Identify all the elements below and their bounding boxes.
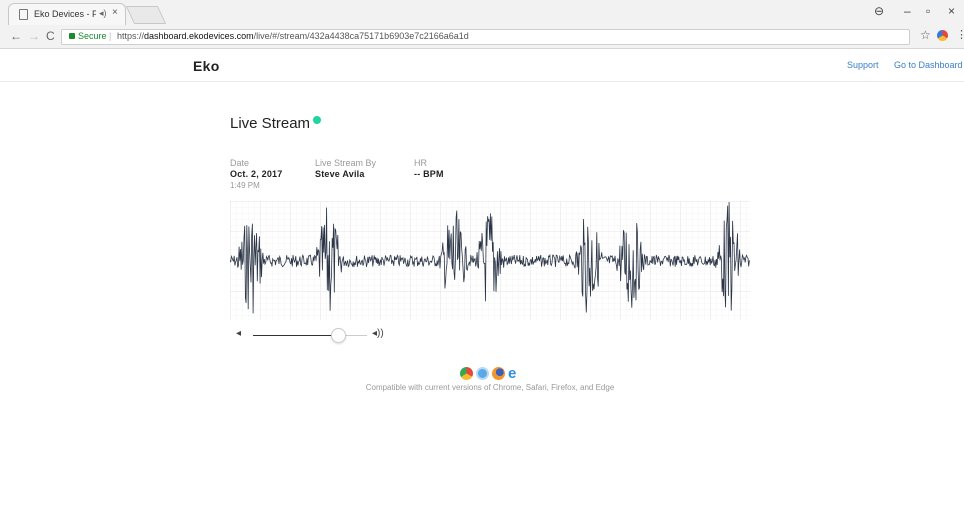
browser-chrome: Eko Devices - Patient ◂) × ⊖ – ▫ × ← → C… (0, 0, 964, 49)
volume-track-filled (253, 335, 343, 336)
streamer-value: Steve Avila (315, 169, 365, 179)
restore-button[interactable]: ▫ (926, 4, 930, 18)
page-icon (19, 9, 28, 20)
waveform-display (230, 201, 750, 320)
address-bar[interactable]: Secure | https://dashboard.ekodevices.co… (61, 29, 910, 45)
minimize-button[interactable]: – (904, 4, 911, 18)
safari-icon (476, 367, 489, 380)
date-value: Oct. 2, 2017 (230, 169, 283, 179)
hr-value: -- BPM (414, 169, 444, 179)
chrome-icon (460, 367, 473, 380)
site-header: Eko Support Go to Dashboard (0, 49, 964, 82)
dashboard-link[interactable]: Go to Dashboard (894, 60, 963, 70)
tab-strip: Eko Devices - Patient ◂) × ⊖ – ▫ × (0, 0, 964, 25)
close-window-button[interactable]: × (948, 4, 955, 18)
firefox-icon (492, 367, 505, 380)
live-status-dot (313, 116, 321, 124)
back-button[interactable]: ← (10, 29, 22, 43)
lock-icon (69, 33, 75, 39)
secure-label: Secure (78, 31, 107, 41)
browser-tab[interactable]: Eko Devices - Patient ◂) × (8, 3, 126, 25)
edge-icon: e (508, 365, 517, 382)
url-text[interactable]: https://dashboard.ekodevices.com/live/#/… (117, 31, 469, 41)
volume-mute-icon[interactable]: ◂ (236, 328, 241, 339)
volume-slider-handle[interactable] (331, 328, 346, 343)
brand-logo[interactable]: Eko (193, 58, 220, 74)
url-prefix: https:// (117, 31, 145, 41)
tab-title: Eko Devices - Patient (34, 9, 96, 19)
bookmark-star-icon[interactable]: ☆ (920, 28, 931, 42)
extension-icon[interactable] (937, 30, 948, 41)
menu-icon[interactable]: ⋮ (956, 28, 964, 41)
account-icon[interactable]: ⊖ (874, 4, 884, 18)
page-title: Live Stream (230, 115, 311, 132)
browser-icons: e (460, 365, 524, 382)
forward-button[interactable]: → (28, 29, 40, 43)
browser-toolbar: ← → C Secure | https://dashboard.ekodevi… (0, 27, 964, 47)
volume-control: ◂ ◂)) (236, 328, 386, 344)
url-path: /live/#/stream/432a4438ca75171b6903e7c21… (253, 31, 469, 41)
date-label: Date (230, 158, 250, 168)
volume-loud-icon[interactable]: ◂)) (372, 328, 384, 339)
volume-track[interactable] (343, 335, 367, 336)
time-value: 1:49 PM (230, 181, 260, 190)
compatibility-note: Compatible with current versions of Chro… (365, 383, 615, 392)
tab-close-icon[interactable]: × (112, 7, 118, 18)
support-link[interactable]: Support (847, 60, 879, 70)
url-host: dashboard.ekodevices.com (144, 31, 254, 41)
speaker-icon[interactable]: ◂) (99, 8, 107, 19)
separator: | (109, 31, 112, 41)
reload-button[interactable]: C (46, 29, 55, 43)
streamer-label: Live Stream By (315, 158, 377, 168)
hr-label: HR (414, 158, 427, 168)
new-tab-button[interactable] (125, 6, 167, 24)
